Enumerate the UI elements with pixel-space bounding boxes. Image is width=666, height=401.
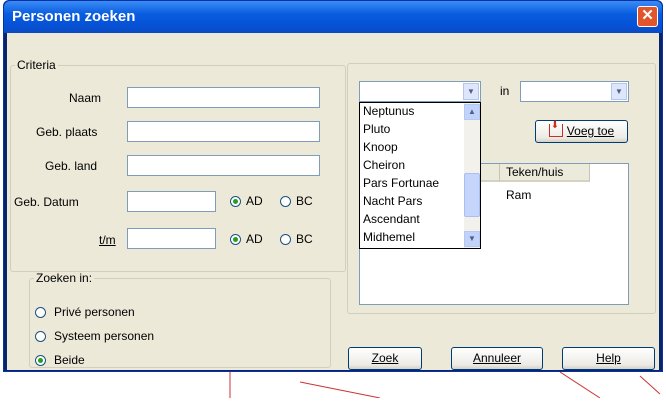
- geb-land-input[interactable]: [127, 155, 320, 176]
- prive-personen-radio[interactable]: [35, 307, 46, 318]
- scroll-thumb[interactable]: [464, 173, 480, 217]
- in-label: in: [500, 84, 510, 98]
- geb-datum-label: Geb. Datum: [14, 195, 79, 209]
- systeem-personen-radio[interactable]: [35, 331, 46, 342]
- dialog-client-area: Criteria Naam Geb. plaats Geb. land Geb.…: [7, 33, 659, 370]
- tm-input[interactable]: [127, 228, 216, 249]
- personen-zoeken-dialog: Personen zoeken ✕ Criteria Naam Geb. pla…: [3, 0, 663, 372]
- annuleer-label: Annuleer: [472, 351, 522, 365]
- scroll-down-icon[interactable]: ▼: [464, 231, 480, 247]
- dropdown-item[interactable]: Nacht Pars: [363, 194, 422, 208]
- dropdown-scrollbar[interactable]: ▲ ▼: [464, 103, 480, 248]
- dropdown-item[interactable]: Pluto: [363, 122, 390, 136]
- window-title: Personen zoeken: [12, 8, 136, 25]
- geb-datum-bc-radio[interactable]: [280, 196, 291, 207]
- planet-combo[interactable]: ▼: [359, 81, 481, 102]
- beide-radio[interactable]: [35, 355, 46, 366]
- geb-plaats-input[interactable]: [127, 121, 320, 142]
- dropdown-item[interactable]: Pars Fortunae: [363, 176, 439, 190]
- criteria-legend: Criteria: [17, 58, 56, 72]
- tm-bc-label: BC: [296, 232, 313, 246]
- help-label: Help: [596, 351, 621, 365]
- dropdown-item[interactable]: Midhemel: [363, 230, 415, 244]
- scroll-up-icon[interactable]: ▲: [464, 104, 480, 120]
- naam-input[interactable]: [127, 87, 320, 108]
- background-chart-lines: [229, 371, 661, 399]
- annuleer-button[interactable]: Annuleer: [451, 347, 543, 370]
- zoeken-in-legend: Zoeken in:: [36, 271, 93, 285]
- systeem-personen-label: Systeem personen: [54, 329, 155, 343]
- prive-personen-label: Privé personen: [54, 305, 135, 319]
- tm-bc-radio[interactable]: [280, 234, 291, 245]
- geb-datum-bc-label: BC: [296, 194, 313, 208]
- zoek-label: Zoek: [371, 351, 399, 365]
- list-cell-teken[interactable]: Ram: [506, 188, 531, 202]
- dropdown-item[interactable]: Knoop: [363, 140, 398, 154]
- voeg-toe-label: Voeg toe: [566, 124, 615, 138]
- geb-datum-input[interactable]: [127, 191, 216, 212]
- geb-plaats-label: Geb. plaats: [36, 125, 98, 139]
- title-bar[interactable]: Personen zoeken ✕: [4, 1, 662, 33]
- chevron-down-icon[interactable]: ▼: [463, 83, 479, 100]
- column-header-teken-huis[interactable]: Teken/huis: [500, 164, 590, 182]
- dropdown-item[interactable]: Cheiron: [363, 158, 405, 172]
- dropdown-item[interactable]: Ascendant: [363, 212, 420, 226]
- voeg-toe-button[interactable]: ⬇ Voeg toe: [535, 120, 628, 143]
- beide-label: Beide: [54, 353, 85, 367]
- tm-ad-label: AD: [246, 232, 263, 246]
- close-button[interactable]: ✕: [637, 6, 658, 27]
- naam-label: Naam: [69, 91, 102, 105]
- tm-label: t/m: [99, 233, 116, 247]
- geb-land-label: Geb. land: [45, 159, 98, 173]
- tm-ad-radio[interactable]: [230, 234, 241, 245]
- help-button[interactable]: Help: [562, 347, 655, 370]
- sign-combo[interactable]: ▼: [520, 81, 629, 102]
- zoek-button[interactable]: Zoek: [348, 347, 422, 370]
- planet-dropdown-list[interactable]: Neptunus Pluto Knoop Cheiron Pars Fortun…: [359, 102, 481, 249]
- close-icon: ✕: [641, 7, 654, 24]
- background-window-bottom: [0, 371, 666, 399]
- geb-datum-ad-label: AD: [246, 194, 263, 208]
- dropdown-item[interactable]: Neptunus: [363, 104, 414, 118]
- chevron-down-icon[interactable]: ▼: [611, 83, 627, 100]
- add-down-arrow-icon: ⬇: [548, 121, 563, 137]
- geb-datum-ad-radio[interactable]: [230, 196, 241, 207]
